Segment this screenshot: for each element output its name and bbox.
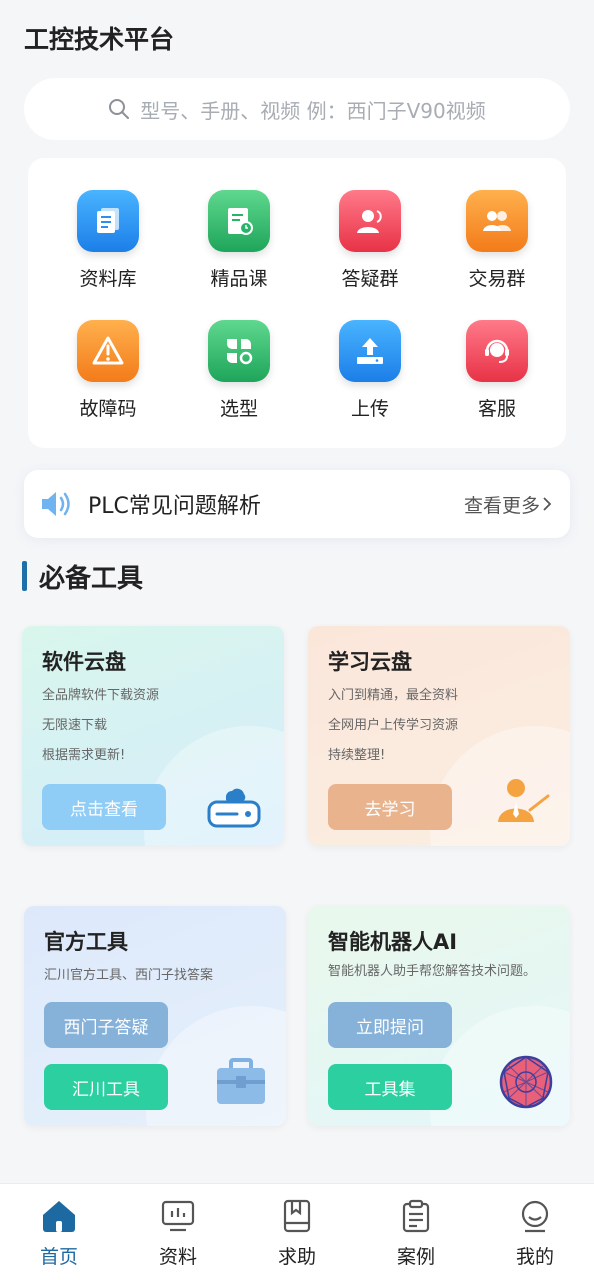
feature-grid: 资料库 精品课 答疑群 交易群 故障码 选型 上传 客服 — [28, 158, 566, 448]
notice-bar[interactable]: PLC常见问题解析 查看更多 — [24, 470, 570, 538]
upload-icon — [339, 320, 401, 382]
cloud-drive-icon — [207, 788, 261, 828]
grid-item-fault-code[interactable]: 故障码 — [43, 320, 173, 421]
tool-title: 学习云盘 — [328, 650, 412, 674]
view-software-button[interactable]: 点击查看 — [42, 784, 166, 830]
tab-label: 我的 — [515, 1246, 554, 1268]
search-placeholder: 型号、手册、视频 例：西门子V90视频 — [140, 98, 486, 123]
grid-item-upload[interactable]: 上传 — [305, 320, 435, 421]
tool-desc-line: 根据需求更新! — [42, 748, 126, 763]
tool-desc-line: 无限速下载 — [42, 718, 108, 733]
tool-card-ai-robot: 智能机器人AI 智能机器人助手帮您解答技术问题。 立即提问 工具集 — [308, 906, 570, 1126]
grid-label: 答疑群 — [341, 268, 399, 290]
ask-now-button[interactable]: 立即提问 — [328, 1002, 452, 1048]
tool-title: 软件云盘 — [42, 650, 126, 674]
book-icon — [283, 1199, 311, 1233]
qa-group-icon — [339, 190, 401, 252]
grid-label: 上传 — [350, 398, 389, 420]
tab-label: 首页 — [39, 1246, 78, 1268]
tool-desc-line: 智能机器人助手帮您解答技术问题。 — [328, 964, 537, 979]
section-title: 必备工具 — [22, 560, 144, 594]
trade-group-icon — [466, 190, 528, 252]
grid-item-customer-service[interactable]: 客服 — [432, 320, 562, 421]
tab-label: 求助 — [277, 1246, 316, 1268]
course-icon — [208, 190, 270, 252]
home-icon — [43, 1201, 75, 1232]
tool-desc-line: 持续整理! — [328, 748, 386, 763]
grid-label: 选型 — [219, 398, 258, 420]
clipboard-icon — [402, 1199, 430, 1233]
notice-text: PLC常见问题解析 — [88, 494, 261, 519]
tab-label: 案例 — [396, 1246, 435, 1268]
grid-label: 资料库 — [79, 268, 137, 290]
monitor-chart-icon — [161, 1200, 195, 1232]
ai-sphere-icon — [499, 1055, 553, 1109]
speaker-icon — [42, 492, 70, 516]
tab-label: 资料 — [158, 1246, 197, 1268]
bottom-tab-bar: 首页 资料 求助 案例 我的 — [0, 1183, 594, 1280]
app-title: 工控技术平台 — [24, 25, 175, 54]
grid-item-library[interactable]: 资料库 — [43, 190, 173, 291]
teacher-icon — [498, 779, 550, 822]
grid-item-trade-group[interactable]: 交易群 — [432, 190, 562, 291]
tool-desc-line: 入门到精通，最全资料 — [328, 688, 459, 703]
tab-materials[interactable]: 资料 — [128, 1198, 228, 1269]
tab-help[interactable]: 求助 — [247, 1198, 347, 1269]
tool-desc-line: 全品牌软件下载资源 — [42, 688, 160, 703]
grid-item-selection[interactable]: 选型 — [174, 320, 304, 421]
tool-card-study-cloud: 学习云盘 入门到精通，最全资料 全网用户上传学习资源 持续整理! 去学习 — [308, 626, 570, 846]
grid-label: 客服 — [477, 398, 516, 420]
grid-item-qa-group[interactable]: 答疑群 — [305, 190, 435, 291]
search-icon — [109, 99, 130, 119]
toolbox-icon — [217, 1058, 265, 1104]
tool-card-official-tools: 官方工具 汇川官方工具、西门子找答案 西门子答疑 汇川工具 — [24, 906, 286, 1126]
user-icon — [521, 1200, 549, 1233]
grid-item-course[interactable]: 精品课 — [174, 190, 304, 291]
search-bar[interactable]: 型号、手册、视频 例：西门子V90视频 — [24, 78, 570, 140]
grid-label: 故障码 — [79, 398, 137, 420]
grid-label: 精品课 — [210, 268, 268, 290]
view-more-label: 查看更多 — [463, 494, 540, 517]
tool-title: 官方工具 — [44, 930, 128, 954]
tab-cases[interactable]: 案例 — [366, 1198, 466, 1269]
section-accent-bar — [22, 561, 27, 591]
chevron-right-icon — [543, 497, 552, 511]
grid-label: 交易群 — [468, 268, 526, 290]
siemens-qa-button[interactable]: 西门子答疑 — [44, 1002, 168, 1048]
tool-desc-line: 汇川官方工具、西门子找答案 — [44, 968, 214, 983]
tool-desc-line: 全网用户上传学习资源 — [328, 718, 459, 733]
tool-title: 智能机器人AI — [328, 930, 458, 954]
tab-home[interactable]: 首页 — [9, 1198, 109, 1269]
customer-service-icon — [466, 320, 528, 382]
document-library-icon — [77, 190, 139, 252]
inovance-tools-button[interactable]: 汇川工具 — [44, 1064, 168, 1110]
view-more-link[interactable]: 查看更多 — [464, 491, 554, 518]
go-study-button[interactable]: 去学习 — [328, 784, 452, 830]
warning-icon — [77, 320, 139, 382]
section-title-text: 必备工具 — [39, 563, 144, 594]
toolset-button[interactable]: 工具集 — [328, 1064, 452, 1110]
tool-card-software-cloud: 软件云盘 全品牌软件下载资源 无限速下载 根据需求更新! 点击查看 — [22, 626, 284, 846]
selection-icon — [208, 320, 270, 382]
tab-profile[interactable]: 我的 — [485, 1198, 585, 1269]
